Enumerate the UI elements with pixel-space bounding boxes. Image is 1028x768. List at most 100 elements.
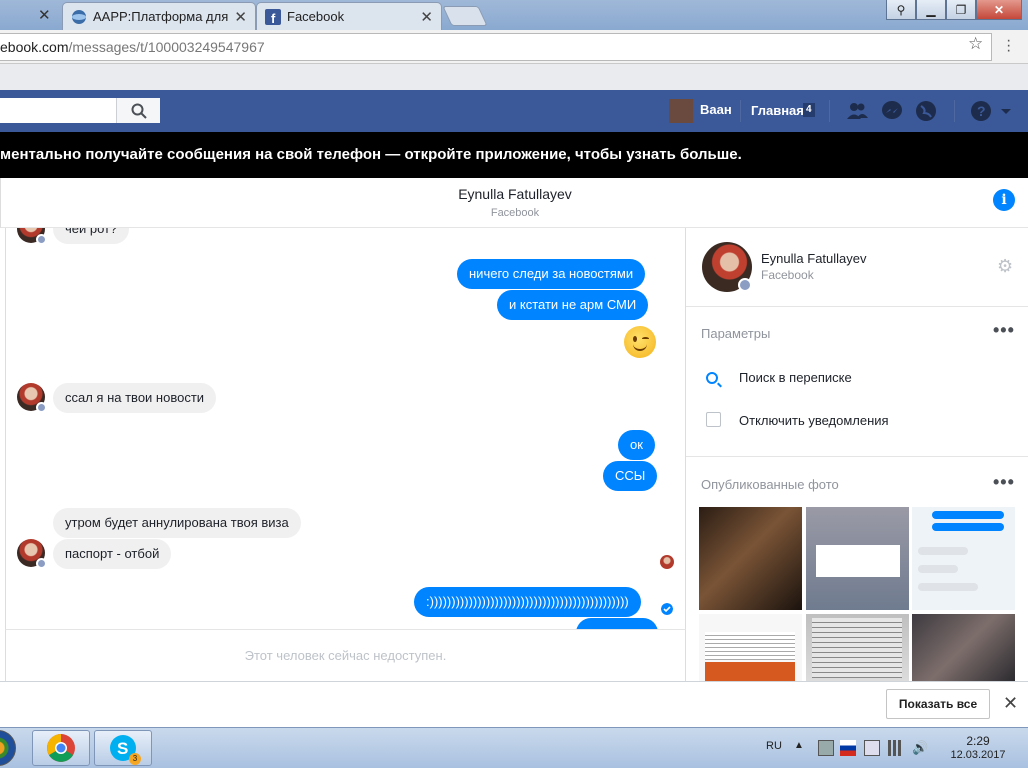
friend-requests-icon[interactable] <box>845 99 869 123</box>
divider <box>686 306 1028 307</box>
window-controls: ⚲ ▁ ❐ ✕ <box>886 0 1022 20</box>
photo-thumbnail-shape <box>705 662 795 681</box>
restore-button[interactable]: ❐ <box>946 0 976 20</box>
svg-text:S: S <box>117 739 128 758</box>
shared-photo[interactable] <box>699 507 802 610</box>
taskbar-skype-button[interactable]: S 3 <box>94 730 152 766</box>
system-clock[interactable]: 2:29 12.03.2017 <box>946 734 1010 762</box>
tab-title: AAPP:Платформа для м <box>93 9 229 24</box>
shared-photo[interactable] <box>806 507 909 610</box>
chrome-menu-icon[interactable]: · · · <box>1006 33 1012 59</box>
options-header: Параметры <box>701 326 771 341</box>
input-language[interactable]: RU <box>766 740 782 752</box>
account-dropdown-icon[interactable] <box>998 99 1014 123</box>
message-outgoing-partial[interactable] <box>576 618 658 629</box>
contact-name[interactable]: Eynulla Fatullayev <box>761 251 867 266</box>
home-link[interactable]: Главная <box>751 103 804 118</box>
new-tab-button[interactable] <box>442 6 488 26</box>
shared-photo[interactable] <box>912 507 1015 610</box>
message-outgoing[interactable]: :)))))))))))))))))))))))))))))))))))))))… <box>414 587 641 617</box>
message-outgoing[interactable]: ок <box>618 430 655 460</box>
facebook-badge-icon <box>36 234 47 245</box>
bookmark-star-icon[interactable]: ☆ <box>968 34 983 54</box>
divider <box>686 456 1028 457</box>
wink-emoji-icon[interactable] <box>624 326 656 358</box>
shared-photo[interactable] <box>806 614 909 681</box>
clipboard-icon[interactable] <box>864 740 880 756</box>
message-outgoing[interactable]: ничего следи за новостями <box>457 259 646 289</box>
url-path: /messages/t/100003249547967 <box>68 39 265 55</box>
gear-icon[interactable]: ⚙ <box>997 256 1013 277</box>
tab-title: Facebook <box>287 9 345 24</box>
conversation-pane[interactable]: чей рот? ничего следи за новостями и кст… <box>5 228 686 629</box>
close-window-button[interactable]: ✕ <box>976 0 1022 20</box>
photo-bubble-shape <box>918 547 968 555</box>
close-icon[interactable]: ✕ <box>1003 693 1018 714</box>
contact-avatar[interactable] <box>17 383 47 413</box>
network-error-icon[interactable] <box>818 740 834 756</box>
message-incoming[interactable]: чей рот? <box>53 228 130 244</box>
address-bar[interactable]: ebook.com/messages/t/100003249547967 <box>0 33 992 61</box>
photo-text-lines <box>705 632 795 660</box>
facebook-favicon-icon: f <box>265 8 281 25</box>
browser-tabstrip: ✕ AAPP:Платформа для м ✕ f Facebook ✕ ⚲ … <box>0 0 1028 30</box>
url-host: ebook.com <box>0 39 69 55</box>
search-in-conversation[interactable]: Поиск в переписке <box>739 370 852 385</box>
message-outgoing[interactable]: ССЫ <box>603 461 658 491</box>
shared-photo[interactable] <box>699 614 802 681</box>
mute-notifications-label[interactable]: Отключить уведомления <box>739 413 889 428</box>
photo-bubble-shape <box>932 511 1004 519</box>
delivered-check-icon <box>661 603 673 615</box>
message-outgoing[interactable]: и кстати не арм СМИ <box>497 290 649 320</box>
info-icon[interactable]: i <box>993 189 1015 211</box>
photos-more-icon[interactable]: ••• <box>993 472 1015 493</box>
options-more-icon[interactable]: ••• <box>993 320 1015 341</box>
seen-avatar <box>660 555 674 569</box>
search-icon <box>706 372 718 384</box>
composer-unavailable-notice: Этот человек сейчас недоступен. <box>5 629 686 681</box>
message-incoming[interactable]: ссал я на твои новости <box>53 383 217 413</box>
profile-link[interactable]: Ваан <box>700 102 732 117</box>
facebook-badge-icon <box>738 278 752 292</box>
signal-bars-icon[interactable] <box>888 740 904 756</box>
message-incoming[interactable]: утром будет аннулирована твоя виза <box>53 508 301 538</box>
notifications-globe-icon[interactable] <box>914 99 938 123</box>
message-incoming[interactable]: паспорт - отбой <box>53 539 172 569</box>
conversation-info-panel: Eynulla Fatullayev Facebook ⚙ Параметры … <box>686 228 1028 681</box>
contact-avatar[interactable] <box>17 539 47 569</box>
divider <box>740 100 741 122</box>
volume-icon[interactable]: 🔊 <box>912 740 928 756</box>
mute-checkbox[interactable] <box>706 412 721 427</box>
facebook-search-input[interactable] <box>0 98 160 123</box>
search-button[interactable] <box>116 98 160 123</box>
skype-unread-badge: 3 <box>129 753 141 765</box>
tab-close-icon[interactable]: ✕ <box>234 8 247 26</box>
thread-name[interactable]: Eynulla Fatullayev <box>1 186 1028 202</box>
minimize-button[interactable]: ▁ <box>916 0 946 20</box>
help-icon[interactable]: ? <box>969 99 993 123</box>
system-tray: RU ▲ 🔊 2:29 12.03.2017 <box>760 728 1028 768</box>
facebook-badge-icon <box>36 402 47 413</box>
tab-aapp[interactable]: AAPP:Платформа для м ✕ <box>62 2 256 30</box>
show-all-button[interactable]: Показать все <box>886 689 990 719</box>
tab-close-icon[interactable]: ✕ <box>38 6 51 24</box>
contact-avatar[interactable] <box>17 228 47 245</box>
tab-close-icon[interactable]: ✕ <box>420 8 433 26</box>
photo-text-lines <box>812 618 902 678</box>
user-avatar[interactable] <box>669 99 693 123</box>
browser-toolbar: ebook.com/messages/t/100003249547967 ☆ ·… <box>0 30 1028 64</box>
tray-expand-icon[interactable]: ▲ <box>794 740 810 756</box>
taskbar-chrome-button[interactable] <box>32 730 90 766</box>
photo-bubble-shape <box>918 565 958 573</box>
russian-flag-icon[interactable] <box>840 740 856 756</box>
photo-bubble-shape <box>918 583 978 591</box>
user-profile-icon[interactable]: ⚲ <box>886 0 916 20</box>
windows-taskbar: S 3 RU ▲ 🔊 2:29 12.03.2017 <box>0 727 1028 768</box>
photo-dialog-shape <box>816 545 900 577</box>
start-orb-icon[interactable] <box>0 730 16 766</box>
messenger-icon[interactable] <box>880 99 904 123</box>
chrome-icon <box>47 734 75 762</box>
shared-photo[interactable] <box>912 614 1015 681</box>
contact-avatar-large[interactable] <box>702 242 752 292</box>
tab-facebook[interactable]: f Facebook ✕ <box>256 2 442 30</box>
